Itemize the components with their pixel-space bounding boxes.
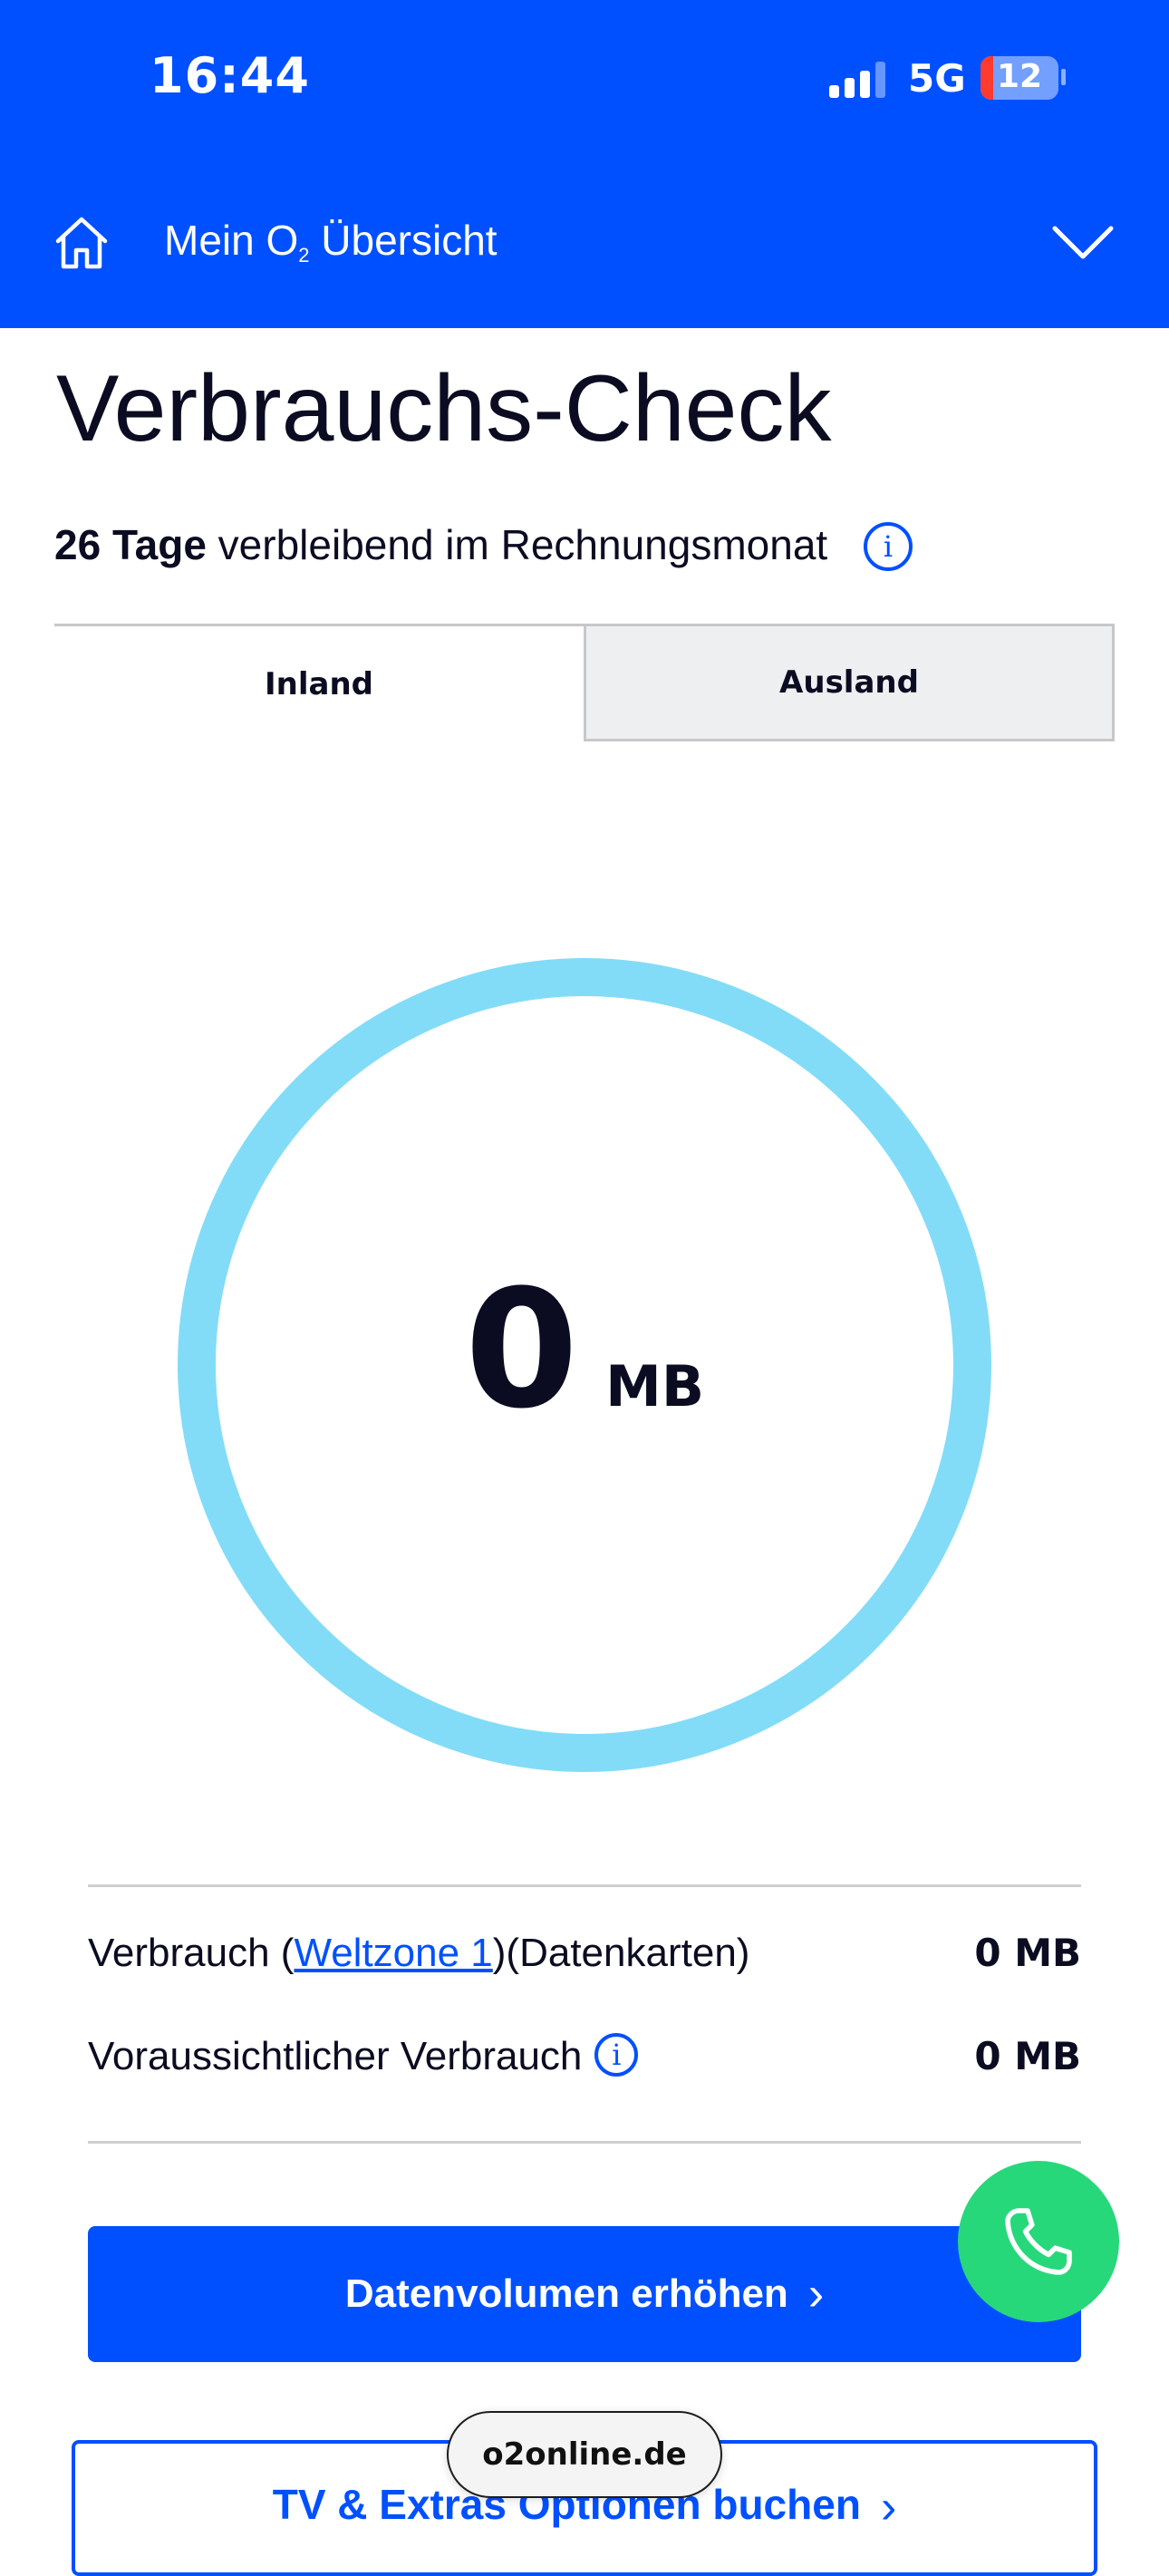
forecast-text: Voraussichtlicher Verbrauch bbox=[88, 2034, 583, 2078]
overview-menu-title[interactable]: Mein O2 Übersicht bbox=[164, 216, 498, 267]
info-icon[interactable]: i bbox=[594, 2033, 639, 2077]
label-suffix: )(Datenkarten) bbox=[492, 1931, 750, 1975]
network-type: 5G bbox=[908, 56, 966, 101]
battery-level: 12 bbox=[996, 58, 1043, 95]
tab-ausland[interactable]: Ausland bbox=[584, 624, 1115, 741]
divider-top bbox=[88, 1884, 1081, 1887]
chevron-right-icon: › bbox=[807, 2268, 825, 2320]
weltzone-link[interactable]: Weltzone 1 bbox=[294, 1931, 492, 1975]
gauge-number: 0 bbox=[464, 1255, 579, 1445]
chevron-down-icon[interactable] bbox=[1051, 223, 1115, 263]
cellular-signal-icon bbox=[829, 62, 887, 98]
increase-data-button[interactable]: Datenvolumen erhöhen › bbox=[88, 2226, 1081, 2362]
title-prefix: Mein O bbox=[164, 217, 299, 264]
phone-icon bbox=[1005, 2208, 1072, 2275]
days-count: 26 Tage bbox=[54, 521, 207, 568]
days-remaining: 26 Tage verbleibend im Rechnungsmonat i bbox=[54, 520, 913, 571]
battery-icon: 12 bbox=[981, 56, 1058, 100]
divider-bottom bbox=[88, 2141, 1081, 2144]
gauge-unit: MB bbox=[605, 1353, 705, 1419]
info-icon[interactable]: i bbox=[864, 522, 913, 571]
title-suffix: Übersicht bbox=[309, 217, 498, 264]
forecast-value: 0 MB bbox=[974, 2034, 1081, 2078]
increase-data-label: Datenvolumen erhöhen bbox=[344, 2271, 788, 2316]
tab-inland[interactable]: Inland bbox=[54, 624, 584, 741]
region-tabs: Inland Ausland bbox=[54, 624, 1115, 741]
call-button[interactable] bbox=[958, 2161, 1119, 2322]
days-text: verbleibend im Rechnungsmonat bbox=[206, 521, 828, 568]
label-prefix: Verbrauch ( bbox=[88, 1931, 295, 1975]
top-header: 16:44 5G 12 Mein O2 Übersicht bbox=[0, 0, 1169, 328]
chevron-right-icon: › bbox=[880, 2481, 897, 2533]
title-subscript: 2 bbox=[298, 244, 310, 266]
usage-row-weltzone: Verbrauch (Weltzone 1)(Datenkarten) 0 MB bbox=[88, 1931, 1081, 1994]
browser-url-pill[interactable]: o2online.de bbox=[447, 2411, 722, 2498]
status-time: 16:44 bbox=[150, 47, 310, 104]
usage-row-forecast: Voraussichtlicher Verbrauch i 0 MB bbox=[88, 2033, 1081, 2097]
battery-cap bbox=[1061, 69, 1066, 85]
forecast-label: Voraussichtlicher Verbrauch i bbox=[88, 2033, 639, 2080]
usage-row-label: Verbrauch (Weltzone 1)(Datenkarten) bbox=[88, 1931, 749, 1976]
home-icon[interactable] bbox=[53, 214, 111, 272]
usage-row-value: 0 MB bbox=[974, 1931, 1081, 1975]
page-title: Verbrauchs-Check bbox=[56, 356, 832, 461]
gauge-value: 0 MB bbox=[177, 1269, 992, 1432]
